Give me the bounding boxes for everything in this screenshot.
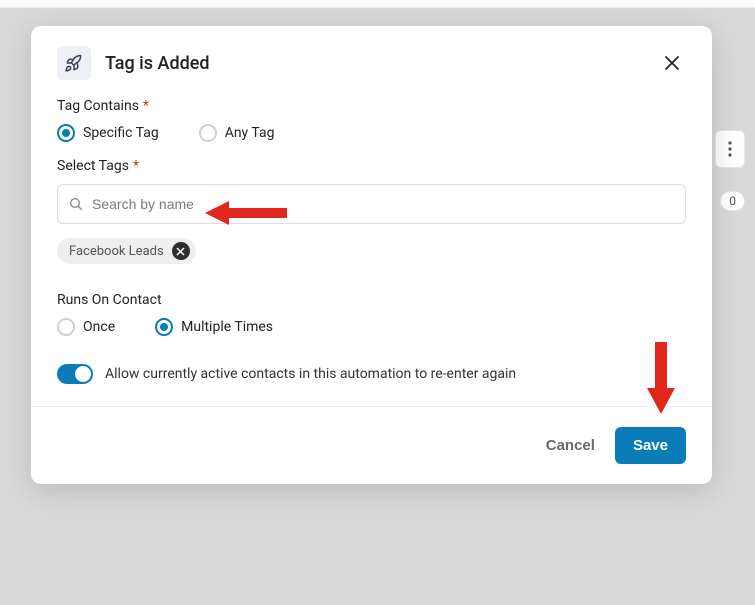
tag-search-wrap[interactable] — [57, 184, 686, 224]
tag-added-modal: Tag is Added Tag Contains* Specific Tag … — [31, 26, 712, 484]
radio-icon-unchecked — [199, 124, 217, 142]
radio-once[interactable]: Once — [57, 318, 115, 336]
reenter-toggle-row: Allow currently active contacts in this … — [57, 364, 686, 384]
tag-contains-text: Tag Contains — [57, 98, 139, 114]
modal-body: Tag Contains* Specific Tag Any Tag Selec… — [31, 94, 712, 406]
modal-header: Tag is Added — [31, 26, 712, 94]
select-tags-text: Select Tags — [57, 158, 129, 174]
tag-search-input[interactable] — [92, 196, 675, 212]
radio-icon-checked — [155, 318, 173, 336]
reenter-toggle-label: Allow currently active contacts in this … — [105, 366, 516, 382]
radio-once-label: Once — [83, 319, 115, 335]
radio-specific-tag[interactable]: Specific Tag — [57, 124, 159, 142]
required-asterisk: * — [133, 158, 139, 174]
tag-contains-radios: Specific Tag Any Tag — [57, 124, 686, 142]
cancel-button[interactable]: Cancel — [546, 437, 595, 454]
radio-multiple[interactable]: Multiple Times — [155, 318, 273, 336]
radio-multiple-label: Multiple Times — [181, 319, 273, 335]
modal-title: Tag is Added — [105, 53, 658, 74]
tag-chip-label: Facebook Leads — [69, 244, 164, 259]
radio-any-tag[interactable]: Any Tag — [199, 124, 275, 142]
radio-icon-unchecked — [57, 318, 75, 336]
search-icon — [68, 196, 84, 212]
remove-icon — [176, 247, 185, 256]
runs-on-label: Runs On Contact — [57, 292, 686, 308]
modal-footer: Cancel Save — [31, 406, 712, 484]
rocket-icon — [57, 46, 91, 80]
required-asterisk: * — [143, 98, 149, 114]
selected-tag-chip: Facebook Leads — [57, 238, 196, 264]
tag-chip-remove[interactable] — [172, 242, 190, 260]
toggle-knob — [75, 366, 91, 382]
runs-on-radios: Once Multiple Times — [57, 318, 686, 336]
select-tags-label: Select Tags* — [57, 158, 686, 174]
more-vertical-icon — [728, 141, 732, 157]
tag-contains-label: Tag Contains* — [57, 98, 686, 114]
reenter-toggle[interactable] — [57, 364, 93, 384]
bg-more-button[interactable] — [715, 130, 745, 168]
radio-icon-checked — [57, 124, 75, 142]
close-button[interactable] — [658, 49, 686, 77]
save-button[interactable]: Save — [615, 427, 686, 464]
bg-count-badge: 0 — [720, 191, 745, 211]
radio-specific-label: Specific Tag — [83, 125, 159, 141]
close-icon — [663, 54, 681, 72]
radio-any-label: Any Tag — [225, 125, 275, 141]
